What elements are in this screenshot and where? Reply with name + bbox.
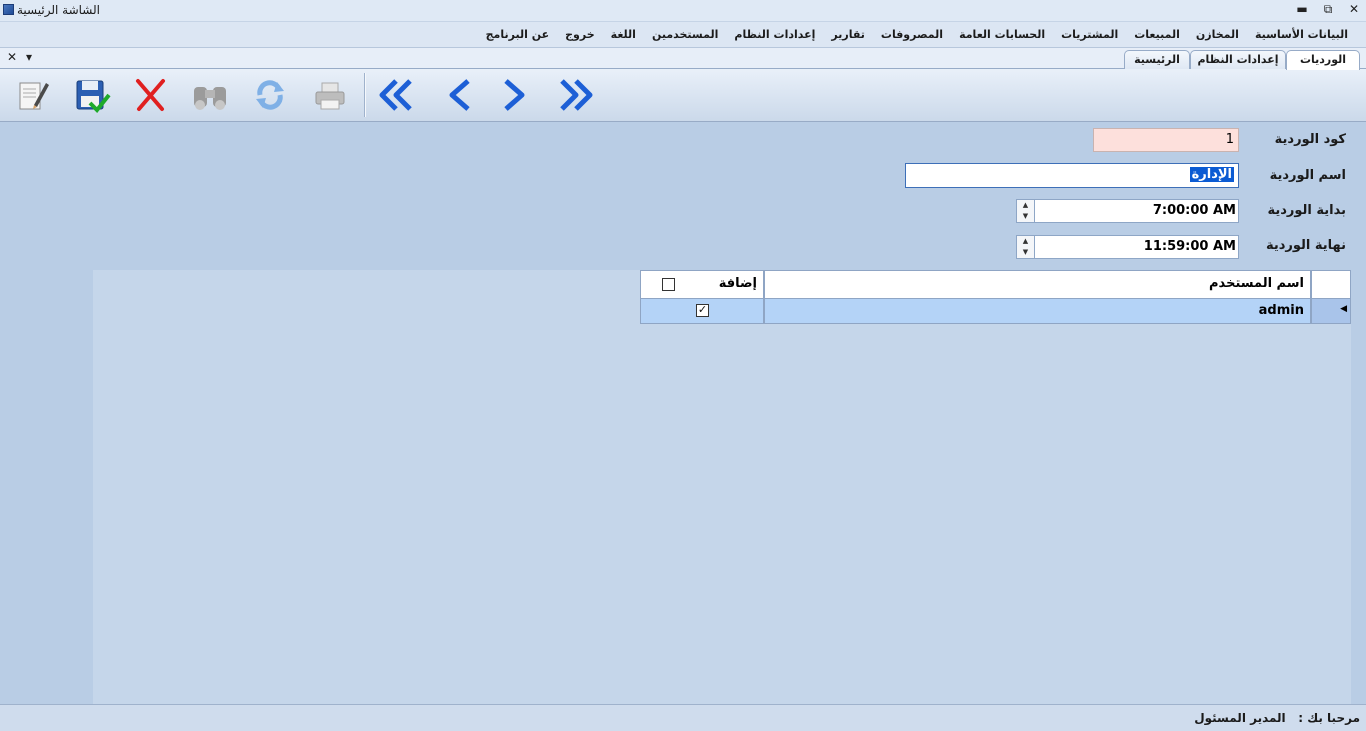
grid-header-add[interactable]: إضافة (640, 270, 764, 299)
grid-corner-header (1311, 270, 1351, 299)
shift-end-value: 11:59:00 AM (1143, 239, 1236, 254)
shift-end-label: نهاية الوردية (1265, 238, 1346, 253)
column-add: إضافة (718, 276, 757, 291)
tab-shifts[interactable]: الورديات (1286, 50, 1360, 70)
menu-users[interactable]: المستخدمين (644, 28, 726, 41)
tab-home[interactable]: الرئيسية (1124, 50, 1190, 69)
status-user-name: المدير المسئول (1194, 711, 1286, 725)
shift-code-label: كود الوردية (1274, 132, 1346, 147)
save-icon[interactable] (72, 75, 112, 115)
shift-name-value: الإدارة (1189, 167, 1234, 182)
search-binoculars-icon[interactable] (190, 75, 230, 115)
menu-reports[interactable]: تقارير (823, 28, 872, 41)
status-welcome-label: مرحبا بك : (1298, 711, 1360, 725)
shift-name-label: اسم الوردية (1269, 168, 1346, 183)
menu-language[interactable]: اللغة (603, 28, 644, 41)
menu-bar: البيانات الأساسية المخازن المبيعات المشت… (0, 22, 1366, 48)
app-icon (3, 4, 14, 15)
menu-about[interactable]: عن البرنامج (478, 28, 557, 41)
grid-header-user-name[interactable]: اسم المستخدم (764, 270, 1311, 299)
status-bar: مرحبا بك : المدير المسئول (0, 704, 1366, 731)
toolbar (0, 69, 1366, 122)
tab-strip: ✕ ▾ الرئيسية إعدادات النظام الورديات (0, 48, 1366, 70)
last-record-icon[interactable] (556, 75, 596, 115)
restore-button[interactable]: ⧉ (1316, 1, 1340, 18)
window-title: الشاشة الرئيسية (17, 3, 100, 17)
toolbar-separator (364, 73, 366, 117)
menu-system-settings[interactable]: إعدادات النظام (726, 28, 823, 41)
shift-end-field[interactable]: ▲ ▼ 11:59:00 AM (1016, 235, 1239, 259)
status-welcome: مرحبا بك : المدير المسئول (1194, 711, 1360, 725)
minimize-button[interactable]: ▬ (1290, 1, 1314, 18)
shift-start-label: بداية الوردية (1267, 203, 1346, 218)
select-all-checkbox[interactable] (662, 278, 675, 291)
cell-add[interactable]: ✓ (640, 299, 764, 324)
row-selector[interactable]: ◀ (1311, 299, 1351, 324)
spin-up-icon[interactable]: ▲ (1017, 200, 1034, 211)
title-bar: الشاشة الرئيسية ▬ ⧉ ✕ (0, 0, 1366, 22)
shift-start-field[interactable]: ▲ ▼ 7:00:00 AM (1016, 199, 1239, 223)
spin-up-icon[interactable]: ▲ (1017, 236, 1034, 247)
shift-start-spinner[interactable]: ▲ ▼ (1017, 200, 1035, 222)
edit-icon[interactable] (12, 75, 52, 115)
menu-expenses[interactable]: المصروفات (873, 28, 951, 41)
cell-user-name: admin (1258, 303, 1304, 318)
column-user-name: اسم المستخدم (1209, 276, 1304, 291)
current-row-arrow-icon: ◀ (1340, 304, 1347, 314)
shift-name-field[interactable]: الإدارة (905, 163, 1239, 188)
tab-list-dropdown-icon[interactable]: ▾ (26, 50, 32, 64)
menu-stores[interactable]: المخازن (1188, 28, 1247, 41)
refresh-icon[interactable] (250, 75, 290, 115)
menu-general-accounts[interactable]: الحسابات العامة (951, 28, 1053, 41)
menu-basic-data[interactable]: البيانات الأساسية (1247, 28, 1356, 41)
shift-start-value: 7:00:00 AM (1152, 203, 1236, 218)
menu-sales[interactable]: المبيعات (1126, 28, 1188, 41)
shift-end-spinner[interactable]: ▲ ▼ (1017, 236, 1035, 258)
add-checkbox[interactable]: ✓ (696, 304, 709, 317)
print-icon[interactable] (310, 75, 350, 115)
users-grid (93, 270, 1351, 704)
menu-exit[interactable]: خروج (557, 28, 603, 41)
menu-purchases[interactable]: المشتريات (1053, 28, 1126, 41)
previous-record-icon[interactable] (438, 75, 478, 115)
table-row[interactable]: admin (764, 299, 1311, 324)
close-tab-icon[interactable]: ✕ (7, 50, 17, 64)
close-window-button[interactable]: ✕ (1342, 1, 1366, 18)
next-record-icon[interactable] (496, 75, 536, 115)
spin-down-icon[interactable]: ▼ (1017, 211, 1034, 222)
shift-code-field[interactable]: 1 (1093, 128, 1239, 152)
first-record-icon[interactable] (376, 75, 416, 115)
spin-down-icon[interactable]: ▼ (1017, 247, 1034, 258)
delete-icon[interactable] (130, 75, 170, 115)
tab-system-settings[interactable]: إعدادات النظام (1190, 50, 1286, 69)
